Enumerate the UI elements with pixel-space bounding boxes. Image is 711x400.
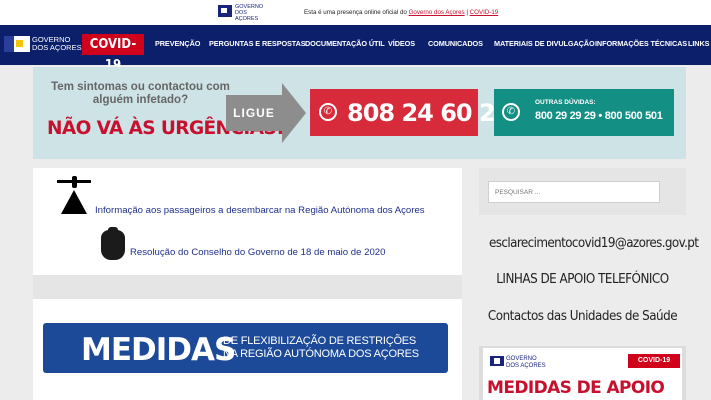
- medidas-title: MEDIDAS: [81, 332, 236, 368]
- covid-badge: COVID-19: [628, 354, 680, 368]
- symptoms-question-line-1: Tem sintomas ou contactou com: [51, 81, 230, 93]
- main-hotline[interactable]: ✆ 808 24 60 24: [310, 89, 511, 136]
- governo-link[interactable]: Governo dos Açores: [409, 9, 465, 16]
- ad-government-line-1: GOVERNO: [506, 356, 537, 362]
- nav-item-informacoes[interactable]: INFORMAÇÕES TÉCNICAS: [595, 39, 687, 48]
- government-logo-name[interactable]: GOVERNO DOS AÇORES: [235, 4, 265, 22]
- ad-card: GOVERNO DOS AÇORES COVID-19 MEDIDAS DE A…: [483, 348, 682, 400]
- nav-item-videos[interactable]: VÍDEOS: [388, 39, 415, 48]
- ad-government-line-2: DOS AÇORES: [506, 363, 546, 369]
- support-lines-link[interactable]: LINHAS DE APOIO TELEFÓNICO: [479, 272, 686, 287]
- other-hotlines-numbers: 800 29 29 29 • 800 500 501: [535, 110, 663, 122]
- airplane-runway-icon: [57, 176, 93, 214]
- site-logo-name: GOVERNO DOS AÇORES: [32, 36, 82, 52]
- medidas-banner[interactable]: MEDIDAS DE FLEXIBILIZAÇÃO DE RESTRIÇÕES …: [43, 323, 448, 373]
- arrow-right-icon: [282, 83, 306, 143]
- official-notice: Esta é uma presença online oficial do Go…: [304, 9, 498, 16]
- covid-home-button[interactable]: COVID-19: [82, 34, 144, 73]
- site-logo-line-2: DOS AÇORES: [32, 43, 82, 52]
- resolution-link[interactable]: Resolução do Conselho do Governo de 18 d…: [130, 247, 385, 258]
- section-divider: [33, 275, 462, 299]
- nav-item-materiais[interactable]: MATERIAIS DE DIVULGAÇÃO: [494, 39, 595, 48]
- official-notice-text: Esta é uma presença online oficial do: [304, 9, 409, 16]
- other-hotlines-label: OUTRAS DÚVIDAS:: [535, 99, 596, 106]
- covid-link[interactable]: COVID-19: [470, 9, 499, 16]
- phone-icon: ✆: [502, 103, 520, 121]
- site-logo[interactable]: GOVERNO DOS AÇORES: [0, 25, 82, 65]
- ad-government-name: GOVERNO DOS AÇORES: [506, 356, 546, 370]
- main-hotline-number: 808 24 60 24: [347, 99, 511, 127]
- call-label: LIGUE: [226, 95, 282, 131]
- sidebar: esclarecimentocovid19@azores.gov.pt LINH…: [479, 168, 699, 400]
- health-units-link[interactable]: Contactos das Unidades de Saúde: [479, 309, 686, 324]
- support-measures-ad[interactable]: GOVERNO DOS AÇORES COVID-19 MEDIDAS DE A…: [479, 346, 686, 400]
- nav-item-perguntas[interactable]: PERGUNTAS E RESPOSTAS: [209, 39, 306, 48]
- government-flag-icon: [490, 356, 504, 366]
- government-logo-icon[interactable]: [218, 5, 232, 17]
- azores-flag-icon: [4, 36, 30, 52]
- plane-body-shape: [72, 176, 77, 188]
- medidas-subtitle-2: NA REGIÃO AUTÓNOMA DOS AÇORES: [223, 348, 419, 360]
- nav-item-prevencao[interactable]: PREVENÇÃO: [155, 39, 200, 48]
- nav-item-links[interactable]: LINKS: [688, 39, 710, 48]
- search-widget: [479, 168, 686, 215]
- ad-title: MEDIDAS DE APOIO: [487, 378, 665, 398]
- passengers-info-link[interactable]: Informação aos passageiros a desembarcar…: [95, 205, 425, 216]
- emergency-banner[interactable]: Tem sintomas ou contactou com alguém inf…: [33, 67, 686, 159]
- symptoms-question-line-2: alguém infetado?: [92, 94, 189, 106]
- medidas-subtitle-1: DE FLEXIBILIZAÇÃO DE RESTRIÇÕES: [223, 335, 417, 347]
- nav-item-documentacao[interactable]: DOCUMENTAÇÃO ÚTIL: [305, 39, 385, 48]
- runway-shape: [61, 190, 87, 214]
- coat-of-arms-icon: [101, 227, 125, 260]
- nav-item-comunicados[interactable]: COMUNICADOS: [428, 39, 483, 48]
- top-strip: GOVERNO DOS AÇORES Esta é uma presença o…: [0, 0, 711, 25]
- search-input[interactable]: [488, 181, 660, 203]
- symptoms-question: Tem sintomas ou contactou com alguém inf…: [48, 81, 233, 107]
- main-content: Informação aos passageiros a desembarcar…: [33, 168, 462, 400]
- phone-icon: ✆: [319, 103, 337, 121]
- email-link[interactable]: esclarecimentocovid19@azores.gov.pt: [489, 236, 699, 251]
- other-hotlines[interactable]: ✆ OUTRAS DÚVIDAS: 800 29 29 29 • 800 500…: [494, 89, 674, 136]
- main-navigation: GOVERNO DOS AÇORES COVID-19 PREVENÇÃO PE…: [0, 25, 711, 73]
